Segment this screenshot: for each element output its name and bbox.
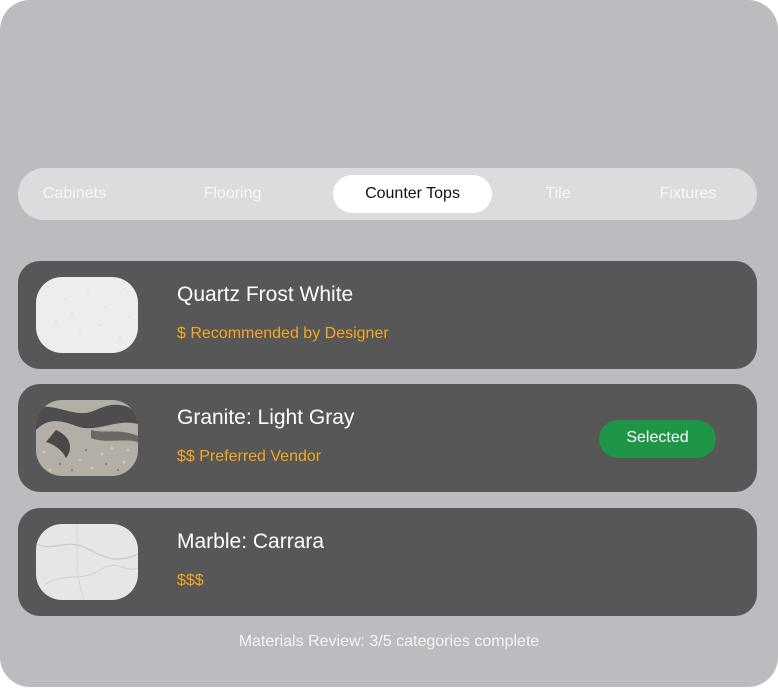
selected-badge-button[interactable]: Selected	[599, 420, 716, 458]
granite-swatch-image	[36, 400, 138, 476]
tab-tile[interactable]: Tile	[528, 175, 588, 213]
tab-fixtures[interactable]: Fixtures	[648, 175, 728, 213]
category-tab-bar: Cabinets Flooring Counter Tops Tile Fixt…	[18, 168, 757, 220]
material-card-marble[interactable]: Marble: Carrara $$$	[18, 508, 757, 616]
material-card-granite[interactable]: Granite: Light Gray $$ Preferred Vendor …	[18, 384, 757, 492]
quartz-swatch-image	[36, 277, 138, 353]
material-name: Marble: Carrara	[177, 530, 325, 553]
marble-swatch-image	[36, 524, 138, 600]
tab-flooring[interactable]: Flooring	[184, 175, 281, 213]
materials-panel: Cabinets Flooring Counter Tops Tile Fixt…	[0, 0, 778, 687]
tab-counter-tops[interactable]: Counter Tops	[333, 175, 492, 213]
material-price-note: $$ Preferred Vendor	[177, 448, 322, 465]
material-name: Granite: Light Gray	[177, 406, 355, 429]
tab-cabinets[interactable]: Cabinets	[26, 175, 123, 213]
review-progress-status: Materials Review: 3/5 categories complet…	[238, 633, 540, 650]
material-price-note: $ Recommended by Designer	[177, 325, 389, 342]
material-name: Quartz Frost White	[177, 283, 354, 306]
material-card-quartz[interactable]: Quartz Frost White $ Recommended by Desi…	[18, 261, 757, 369]
material-price-note: $$$	[177, 572, 204, 589]
